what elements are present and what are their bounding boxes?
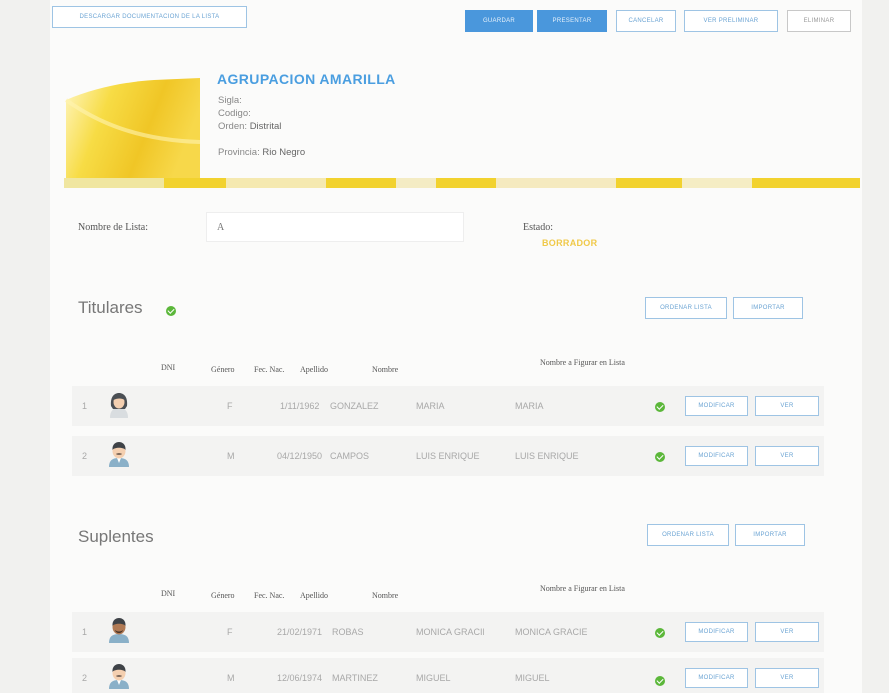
titulares-import-button[interactable]: IMPORTAR	[733, 297, 803, 319]
view-button[interactable]: VER	[755, 668, 819, 688]
male-avatar-icon	[107, 663, 131, 689]
modify-button[interactable]: MODIFICAR	[685, 622, 748, 642]
titulares-title: Titulares	[78, 298, 143, 317]
present-button[interactable]: PRESENTAR	[537, 10, 607, 32]
modify-button[interactable]: MODIFICAR	[685, 446, 748, 466]
header-genero: Género	[211, 591, 235, 600]
row-index: 2	[82, 451, 88, 461]
header-fec-nac: Fec. Nac.	[254, 591, 285, 600]
row-apellido: CAMPOS	[330, 451, 370, 461]
list-name-input[interactable]: A	[206, 212, 464, 242]
modify-button[interactable]: MODIFICAR	[685, 396, 748, 416]
male-avatar-icon	[107, 617, 131, 643]
table-row: 1 F 1/11/1962 GONZALEZ MARIA MARIA MODIF…	[72, 386, 824, 426]
row-figurar: MIGUEL	[515, 673, 550, 683]
header-dni: DNI	[161, 363, 176, 372]
row-figurar: MONICA GRACIELA	[515, 627, 587, 637]
header-nombre: Nombre	[372, 591, 399, 600]
sigla-label: Sigla:	[218, 95, 242, 106]
row-check-icon	[655, 402, 665, 412]
row-genero: F	[227, 401, 233, 411]
download-documentation-button[interactable]: DESCARGAR DOCUMENTACION DE LA LISTA	[52, 6, 247, 28]
row-check-icon	[655, 452, 665, 462]
orden-value: Distrital	[249, 121, 282, 132]
provincia-value: Rio Negro	[262, 147, 306, 158]
row-genero: F	[227, 627, 233, 637]
state-label: Estado:	[523, 222, 553, 233]
view-button[interactable]: VER	[755, 446, 819, 466]
suplentes-title: Suplentes	[78, 527, 154, 546]
row-apellido: MARTINEZ	[332, 673, 378, 683]
save-button[interactable]: GUARDAR	[465, 10, 533, 32]
header-fec-nac: Fec. Nac.	[254, 365, 285, 374]
row-genero: M	[227, 451, 235, 461]
row-genero: M	[227, 673, 235, 683]
view-preliminary-button[interactable]: VER PRELIMINAR	[684, 10, 778, 32]
row-nombre: LUIS ENRIQUE	[416, 451, 480, 461]
codigo-label: Codigo:	[218, 108, 251, 119]
row-fec-nac: 1/11/1962	[280, 401, 320, 411]
row-fec-nac: 04/12/1950	[277, 451, 323, 461]
view-button[interactable]: VER	[755, 622, 819, 642]
cancel-button[interactable]: CANCELAR	[616, 10, 676, 32]
row-check-icon	[655, 628, 665, 638]
list-name-value: A	[217, 222, 225, 233]
header-genero: Género	[211, 365, 235, 374]
titulares-order-button[interactable]: ORDENAR LISTA	[645, 297, 727, 319]
view-button[interactable]: VER	[755, 396, 819, 416]
agrupacion-title: AGRUPACION AMARILLA	[217, 71, 396, 87]
table-row: 2 M 12/06/1974 MARTINEZ MIGUEL MIGUEL MO…	[72, 658, 824, 693]
row-apellido: GONZALEZ	[330, 401, 379, 411]
female-avatar-icon	[107, 392, 131, 418]
table-row: 2 M 04/12/1950 CAMPOS LUIS ENRIQUE LUIS …	[72, 436, 824, 476]
male-avatar-icon	[107, 441, 131, 467]
header-apellido: Apellido	[300, 591, 328, 600]
header-nombre: Nombre	[372, 365, 399, 374]
provincia-label: Provincia:	[218, 147, 260, 158]
modify-button[interactable]: MODIFICAR	[685, 668, 748, 688]
row-index: 2	[82, 673, 88, 683]
flag-logo	[64, 70, 201, 180]
suplentes-import-button[interactable]: IMPORTAR	[735, 524, 805, 546]
delete-button[interactable]: ELIMINAR	[787, 10, 851, 32]
row-nombre: MIGUEL	[416, 673, 451, 683]
row-index: 1	[82, 627, 88, 637]
header-apellido: Apellido	[300, 365, 328, 374]
table-row: 1 F 21/02/1971 ROBAS MONICA GRACIELA MON…	[72, 612, 824, 652]
list-name-label: Nombre de Lista:	[78, 222, 148, 233]
header-nombre-figurar: Nombre a Figurar en Lista	[540, 358, 625, 367]
orden-row: Orden: Distrital	[218, 121, 281, 132]
row-apellido: ROBAS	[332, 627, 364, 637]
row-figurar: MARIA	[515, 401, 544, 411]
state-value: BORRADOR	[542, 238, 598, 248]
row-check-icon	[655, 676, 665, 686]
row-figurar: LUIS ENRIQUE	[515, 451, 579, 461]
row-fec-nac: 12/06/1974	[277, 673, 323, 683]
row-nombre: MARIA	[416, 401, 445, 411]
orden-label: Orden:	[218, 121, 248, 132]
page: DESCARGAR DOCUMENTACION DE LA LISTA GUAR…	[50, 0, 862, 693]
row-nombre: MONICA GRACIELA	[416, 627, 484, 637]
header-nombre-figurar: Nombre a Figurar en Lista	[540, 584, 625, 593]
titulares-check-icon	[166, 306, 176, 316]
suplentes-order-button[interactable]: ORDENAR LISTA	[647, 524, 729, 546]
header-dni: DNI	[161, 589, 176, 598]
provincia-row: Provincia: Rio Negro	[218, 147, 305, 158]
color-stripe	[64, 178, 860, 188]
row-index: 1	[82, 401, 88, 411]
row-fec-nac: 21/02/1971	[277, 627, 323, 637]
